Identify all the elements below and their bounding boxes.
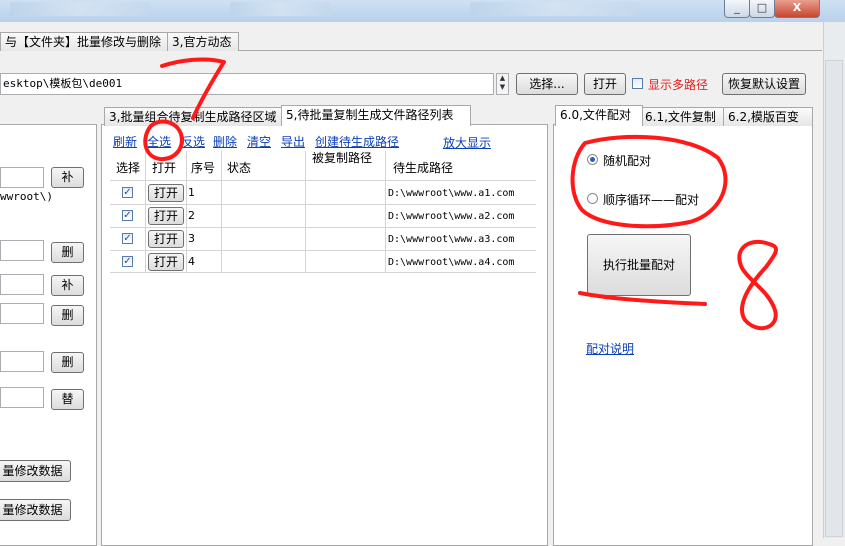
- eight-annotation: [737, 239, 778, 331]
- seven-annotation: [160, 57, 226, 120]
- underline-stroke: [578, 291, 707, 306]
- tab-file-pairing[interactable]: 6.0,文件配对: [555, 105, 643, 126]
- select-all-circle: [143, 119, 184, 162]
- tab-file-path-list[interactable]: 5,待批量复制生成文件路径列表: [281, 105, 471, 126]
- ink-annotations: [143, 57, 778, 331]
- radio-group-circle: [570, 134, 728, 229]
